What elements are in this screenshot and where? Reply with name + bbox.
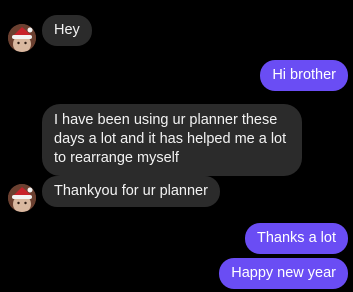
outgoing-message-bubble[interactable]: Happy new year	[219, 258, 348, 289]
outgoing-message-bubble[interactable]: Hi brother	[260, 60, 348, 91]
incoming-message-bubble[interactable]: Thankyou for ur planner	[42, 176, 220, 207]
message-text: Hi brother	[272, 67, 336, 83]
message-text: Thanks a lot	[257, 230, 336, 246]
message-text: Hey	[54, 22, 80, 38]
santa-hat-avatar-icon	[8, 24, 36, 52]
message-text: Thankyou for ur planner	[54, 183, 208, 199]
incoming-message-bubble[interactable]: Hey	[42, 15, 92, 46]
incoming-message-bubble[interactable]: I have been using ur planner these days …	[42, 104, 302, 176]
message-text: Happy new year	[231, 265, 336, 281]
santa-hat-avatar-icon	[8, 184, 36, 212]
sender-avatar[interactable]	[8, 184, 36, 212]
outgoing-message-bubble[interactable]: Thanks a lot	[245, 223, 348, 254]
sender-avatar[interactable]	[8, 24, 36, 52]
message-text: I have been using ur planner these days …	[54, 112, 287, 166]
